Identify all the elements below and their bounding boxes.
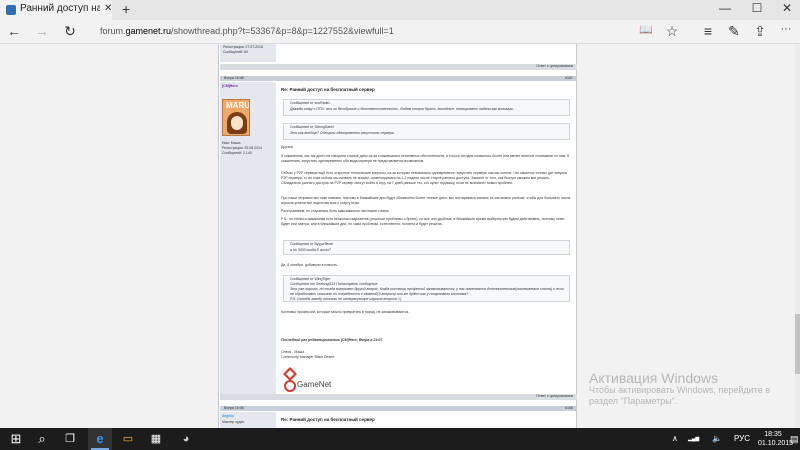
- app-icon[interactable]: ◕: [174, 428, 198, 450]
- post-date: Вчера 16:08: [224, 76, 244, 80]
- edge-icon[interactable]: e: [88, 428, 112, 450]
- forum-thread: Регистрация: 07.07.2015 Сообщений: 60 От…: [218, 44, 577, 428]
- task-view-icon[interactable]: ❐: [58, 428, 82, 450]
- avatar-caption: MARU: [226, 101, 250, 110]
- maximize-button[interactable]: ☐: [742, 1, 772, 15]
- post-paragraph-3: Про наши отправки мы тоже помним, поэтом…: [281, 196, 571, 205]
- user-posts-meta: Сообщений: 2,140: [222, 151, 252, 155]
- next-post-user-title: Мастер чудес: [222, 420, 245, 424]
- post-paragraph-2: Сейчас у P2P сервера ещё есть открытые т…: [281, 171, 567, 185]
- tray-chevron-icon[interactable]: ∧: [672, 428, 678, 450]
- quote-block-4: Сообщение от WingTiger Сообщение от Seek…: [283, 275, 570, 302]
- post-username[interactable]: [CM]Hero: [222, 84, 238, 89]
- tab-active[interactable]: Ранний доступ на бесп ✕: [0, 0, 112, 20]
- notification-center-icon[interactable]: ▤: [790, 428, 799, 450]
- post-number[interactable]: #157: [565, 76, 573, 81]
- back-button[interactable]: ←: [4, 23, 24, 39]
- post-user-sidebar: [CM]Hero MARU Имя: Маша Регистрация: 25.…: [220, 82, 276, 394]
- forward-button[interactable]: →: [32, 23, 52, 39]
- tab-title: Ранний доступ на бесп: [20, 3, 100, 14]
- store-icon[interactable]: ▦: [144, 428, 168, 450]
- taskbar: ⊞ ⌕ ❐ e ▭ ▦ ◕ ∧ ▂▄▆ 🔈 РУС 18:35 01.10.20…: [0, 428, 800, 450]
- reply-with-quote-button-2[interactable]: Ответ с цитированием: [536, 394, 573, 399]
- gamenet-favicon-icon: [6, 5, 16, 15]
- user-avatar[interactable]: MARU: [222, 99, 250, 136]
- start-button[interactable]: ⊞: [4, 428, 28, 450]
- quote-1-text: Дважды инфу о ППЗ. что за бесобразие и б…: [290, 107, 516, 111]
- search-icon[interactable]: ⌕: [30, 428, 54, 450]
- file-explorer-icon[interactable]: ▭: [116, 428, 140, 450]
- url-field[interactable]: forum.gamenet.ru/showthread.php?t=53367&…: [100, 26, 394, 36]
- scrollbar-thumb[interactable]: [795, 314, 800, 374]
- post-paragraph-1: К сожалению, мы так долго не говорили то…: [281, 154, 570, 163]
- activation-watermark-text: Чтобы активировать Windows, перейдите в …: [589, 385, 770, 406]
- new-tab-button[interactable]: +: [122, 1, 130, 17]
- quote-block-1: Сообщение от xeoRadeL Дважды инфу о ППЗ.…: [283, 99, 570, 116]
- gamenet-logo[interactable]: GameNet: [283, 367, 343, 392]
- quote-block-2: Сообщение от StrongSabel Это как вообще?…: [283, 123, 570, 140]
- quote-1-author: Сообщение от xeoRadeL: [290, 101, 331, 105]
- next-post-username[interactable]: Aegelio: [222, 414, 234, 419]
- tab-close-icon[interactable]: ✕: [104, 3, 112, 14]
- quote-4-line-2: Это уже хорошо, но тогда возникает друго…: [290, 287, 564, 296]
- next-post-number[interactable]: #158: [565, 406, 573, 411]
- tab-bar: Ранний доступ на бесп ✕ + — ☐ ✕: [0, 0, 800, 20]
- refresh-button[interactable]: ↻: [60, 23, 80, 40]
- avatar-face: [231, 116, 243, 130]
- post-greeting: Друзья!: [281, 145, 294, 149]
- url-prefix: forum.: [100, 26, 126, 36]
- web-note-icon[interactable]: ✎: [724, 23, 744, 40]
- post-edited-note: Последний раз редактировалось [CM]Hero; …: [281, 338, 384, 342]
- minimize-button[interactable]: —: [710, 1, 740, 15]
- language-indicator[interactable]: РУС: [734, 428, 750, 450]
- next-post-title: Re: Ранний доступ на бесплатный сервер: [281, 417, 375, 422]
- favorite-star-icon[interactable]: ☆: [662, 23, 682, 40]
- quote-block-3: Сообщение от Вуууа'белег а по 3000 когда…: [283, 240, 570, 255]
- url-path: /showthread.php?t=53367&p=8&p=1227552&vi…: [171, 26, 394, 36]
- browser-window: Ранний доступ на бесп ✕ + — ☐ ✕ ← → ↻ fo…: [0, 0, 800, 428]
- quote-3-author: Сообщение от Вуууа'белег: [290, 242, 334, 246]
- gamenet-mark-icon: [284, 380, 296, 392]
- clock-date: 01.10.2015: [758, 440, 794, 447]
- prev-reply-bar: Ответ с цитированием: [220, 64, 577, 70]
- gamenet-logo-text: GameNet: [297, 380, 332, 389]
- post-paragraph-5: P.S.: по теням и фамилиям есть несколько…: [281, 217, 565, 226]
- more-icon[interactable]: ···: [776, 23, 796, 35]
- hub-icon[interactable]: ≡: [698, 23, 718, 39]
- post-paragraph-4: Расстраиваем, но стараемся быть максимал…: [281, 209, 390, 213]
- post-header-bar: Вчера 16:08 #157: [220, 76, 577, 81]
- next-post-header-bar: Вчера 16:08 #158: [220, 406, 577, 411]
- post-paragraph-6: Да, 8 октября, добавили в новость.: [281, 263, 339, 267]
- quote-2-author: Сообщение от StrongSabel: [290, 125, 334, 129]
- page-scrollbar[interactable]: [795, 44, 800, 428]
- address-bar-row: ← → ↻ forum.gamenet.ru/showthread.php?t=…: [0, 20, 800, 44]
- quote-3-text: а по 3000 когда 8 число?: [290, 248, 331, 252]
- badge-icon: [283, 367, 297, 381]
- prev-post-sidebar: Регистрация: 07.07.2015 Сообщений: 60: [220, 44, 276, 62]
- activation-watermark-title: Активация Windows: [589, 370, 719, 386]
- next-post-sidebar: Aegelio Мастер чудес: [220, 412, 276, 428]
- reading-view-icon[interactable]: 📖: [636, 23, 656, 36]
- reply-with-quote-button[interactable]: Ответ с цитированием: [536, 64, 573, 69]
- url-host: gamenet.ru: [125, 26, 172, 36]
- quote-2-text: Это как вообще? Обещали одновременно зап…: [290, 131, 395, 135]
- prev-user-posts: Сообщений: 60: [223, 50, 248, 54]
- share-icon[interactable]: ⇪: [750, 23, 770, 40]
- post-paragraph-7: Костюмы профессий, которые можно преврат…: [281, 310, 410, 314]
- quote-4-line-3: P.S. Отсебя заводу описаны не интересующ…: [290, 297, 402, 301]
- clock[interactable]: 18:35 01.10.2015: [758, 430, 794, 448]
- network-icon[interactable]: ▂▄▆: [688, 428, 699, 450]
- volume-icon[interactable]: 🔈: [712, 428, 722, 450]
- post-reply-bar: Ответ с цитированием: [220, 394, 577, 400]
- clock-time: 18:35: [764, 431, 782, 438]
- next-post-date: Вчера 16:08: [224, 406, 244, 410]
- signature-line-2: Community Manager Black Desert: [281, 355, 335, 359]
- post-title: Re: Ранний доступ на бесплатный сервер: [281, 87, 375, 92]
- close-window-button[interactable]: ✕: [772, 1, 800, 15]
